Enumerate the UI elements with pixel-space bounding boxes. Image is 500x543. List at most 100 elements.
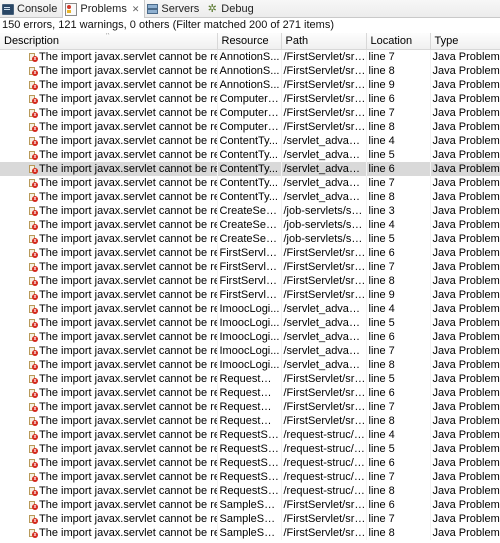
tab-console[interactable]: Console	[0, 0, 62, 17]
cell-resource: FirstServlet...	[217, 274, 282, 288]
cell-location: line 7	[366, 260, 431, 274]
description-text: The import javax.servlet cannot be resc	[39, 275, 217, 287]
table-row[interactable]: x The import javax.servlet cannot be resc…	[0, 106, 500, 120]
table-row[interactable]: x The import javax.servlet cannot be resc…	[0, 274, 500, 288]
table-row[interactable]: x The import javax.servlet cannot be resc…	[0, 49, 500, 64]
table-row[interactable]: x The import javax.servlet cannot be resc…	[0, 316, 500, 330]
table-row[interactable]: x The import javax.servlet cannot be resc…	[0, 190, 500, 204]
cell-location: line 4	[366, 134, 431, 148]
table-row[interactable]: x The import javax.servlet cannot be resc…	[0, 134, 500, 148]
error-icon: x	[28, 151, 38, 160]
table-row[interactable]: x The import javax.servlet cannot be resc…	[0, 176, 500, 190]
table-row[interactable]: x The import javax.servlet cannot be resc…	[0, 78, 500, 92]
table-row[interactable]: x The import javax.servlet cannot be resc…	[0, 386, 500, 400]
table-row[interactable]: x The import javax.servlet cannot be resc…	[0, 260, 500, 274]
cell-type: Java Problem	[430, 218, 500, 232]
error-icon: x	[28, 53, 38, 62]
cell-resource: ComputerS...	[217, 92, 282, 106]
cell-location: line 8	[366, 64, 431, 78]
problems-summary: 150 errors, 121 warnings, 0 others (Filt…	[2, 19, 334, 31]
cell-location: line 8	[366, 274, 431, 288]
cell-resource: CreateServl...	[217, 218, 282, 232]
table-row[interactable]: x The import javax.servlet cannot be resc…	[0, 148, 500, 162]
cell-location: line 8	[366, 190, 431, 204]
table-row[interactable]: x The import javax.servlet cannot be resc…	[0, 400, 500, 414]
table-row[interactable]: x The import javax.servlet cannot be resc…	[0, 344, 500, 358]
tab-problems[interactable]: Problems ✕	[62, 0, 146, 18]
cell-location: line 3	[366, 204, 431, 218]
table-row[interactable]: x The import javax.servlet cannot be resc…	[0, 302, 500, 316]
cell-path: /FirstServlet/src...	[281, 64, 367, 78]
table-row[interactable]: x The import javax.servlet cannot be resc…	[0, 470, 500, 484]
table-row[interactable]: x The import javax.servlet cannot be resc…	[0, 526, 500, 540]
description-text: The import javax.servlet cannot be resc	[39, 331, 217, 343]
column-header-label: Resource	[221, 35, 269, 47]
cell-path: /FirstServlet/src...	[281, 288, 367, 302]
cell-type: Java Problem	[430, 400, 500, 414]
table-row[interactable]: x The import javax.servlet cannot be resc…	[0, 64, 500, 78]
table-row[interactable]: x The import javax.servlet cannot be resc…	[0, 330, 500, 344]
tab-debug[interactable]: ✲ Debug	[204, 0, 258, 17]
description-text: The import javax.servlet cannot be resc	[39, 191, 217, 203]
cell-description: x The import javax.servlet cannot be resc	[0, 106, 218, 120]
cell-location: line 8	[366, 358, 431, 372]
cell-location: line 6	[366, 456, 431, 470]
cell-type: Java Problem	[430, 148, 500, 162]
cell-resource: RequestMe...	[217, 386, 282, 400]
tab-servers[interactable]: Servers	[145, 0, 204, 17]
cell-description: x The import javax.servlet cannot be resc	[0, 190, 218, 204]
cell-path: /job-servlets/src...	[281, 218, 367, 232]
table-row[interactable]: x The import javax.servlet cannot be resc…	[0, 428, 500, 442]
cell-location: line 6	[366, 386, 431, 400]
table-row[interactable]: x The import javax.servlet cannot be resc…	[0, 358, 500, 372]
cell-type: Java Problem	[430, 484, 500, 498]
cell-description: x The import javax.servlet cannot be resc	[0, 400, 218, 414]
column-header-location[interactable]: Location	[366, 33, 431, 50]
column-header-description[interactable]: Description ^	[0, 33, 218, 50]
error-icon: x	[28, 95, 38, 104]
column-header-resource[interactable]: Resource	[217, 33, 282, 50]
description-text: The import javax.servlet cannot be resc	[39, 233, 217, 245]
column-header-type[interactable]: Type	[430, 33, 500, 50]
error-icon: x	[28, 473, 38, 482]
error-icon: x	[28, 333, 38, 342]
table-row[interactable]: x The import javax.servlet cannot be resc…	[0, 218, 500, 232]
cell-description: x The import javax.servlet cannot be resc	[0, 498, 218, 512]
table-row[interactable]: x The import javax.servlet cannot be resc…	[0, 92, 500, 106]
error-icon: x	[28, 165, 38, 174]
table-row[interactable]: x The import javax.servlet cannot be resc…	[0, 288, 500, 302]
cell-location: line 8	[366, 484, 431, 498]
tab-console-label: Console	[17, 2, 58, 15]
close-icon[interactable]: ✕	[132, 4, 140, 15]
cell-path: /FirstServlet/src...	[281, 386, 367, 400]
column-header-path[interactable]: Path	[281, 33, 367, 50]
cell-type: Java Problem	[430, 358, 500, 372]
cell-description: x The import javax.servlet cannot be resc	[0, 120, 218, 134]
table-row[interactable]: x The import javax.servlet cannot be resc…	[0, 204, 500, 218]
cell-description: x The import javax.servlet cannot be resc	[0, 246, 218, 260]
problems-table: Description ^ Resource Path Location Type…	[0, 33, 500, 540]
cell-description: x The import javax.servlet cannot be resc	[0, 316, 218, 330]
table-row[interactable]: x The import javax.servlet cannot be resc…	[0, 372, 500, 386]
cell-location: line 6	[366, 162, 431, 176]
table-row[interactable]: x The import javax.servlet cannot be resc…	[0, 498, 500, 512]
table-row[interactable]: x The import javax.servlet cannot be resc…	[0, 162, 500, 176]
error-icon: x	[28, 319, 38, 328]
problems-table-body: x The import javax.servlet cannot be resc…	[0, 49, 500, 540]
table-row[interactable]: x The import javax.servlet cannot be resc…	[0, 442, 500, 456]
table-row[interactable]: x The import javax.servlet cannot be resc…	[0, 484, 500, 498]
table-row[interactable]: x The import javax.servlet cannot be resc…	[0, 246, 500, 260]
description-text: The import javax.servlet cannot be resc	[39, 177, 217, 189]
cell-description: x The import javax.servlet cannot be resc	[0, 302, 218, 316]
cell-description: x The import javax.servlet cannot be resc	[0, 49, 218, 64]
table-row[interactable]: x The import javax.servlet cannot be resc…	[0, 414, 500, 428]
description-text: The import javax.servlet cannot be resc	[39, 93, 217, 105]
cell-resource: RequestSer...	[217, 484, 282, 498]
cell-resource: ImoocLogi...	[217, 302, 282, 316]
table-row[interactable]: x The import javax.servlet cannot be resc…	[0, 232, 500, 246]
table-row[interactable]: x The import javax.servlet cannot be resc…	[0, 512, 500, 526]
cell-description: x The import javax.servlet cannot be resc	[0, 414, 218, 428]
cell-resource: AnnotionS...	[217, 64, 282, 78]
table-row[interactable]: x The import javax.servlet cannot be resc…	[0, 456, 500, 470]
table-row[interactable]: x The import javax.servlet cannot be resc…	[0, 120, 500, 134]
